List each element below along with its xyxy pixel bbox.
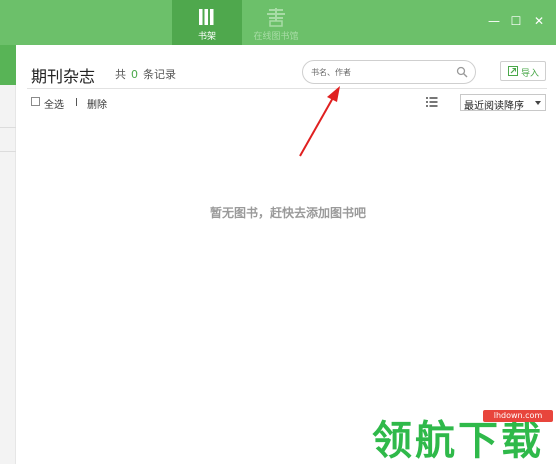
tab-online-library[interactable]: 在线图书馆 bbox=[242, 0, 310, 45]
import-button[interactable]: 导入 bbox=[500, 61, 546, 81]
bookshelf-icon bbox=[199, 9, 214, 25]
search-box[interactable] bbox=[302, 60, 476, 84]
sidebar-active-item[interactable] bbox=[0, 45, 16, 85]
select-all-label[interactable]: 全选 bbox=[44, 96, 64, 111]
header-divider bbox=[27, 88, 547, 89]
chevron-down-icon bbox=[535, 101, 541, 105]
import-label: 导入 bbox=[521, 69, 540, 79]
watermark-url: lhdown.com bbox=[483, 410, 553, 422]
delete-button[interactable]: 删除 bbox=[87, 96, 107, 111]
list-view-icon[interactable] bbox=[426, 97, 438, 107]
search-icon[interactable] bbox=[456, 66, 468, 78]
count-prefix: 共 bbox=[115, 68, 126, 81]
record-count: 共 0 条记录 bbox=[115, 66, 176, 82]
count-value: 0 bbox=[131, 68, 138, 81]
sidebar-divider bbox=[0, 151, 16, 152]
count-suffix: 条记录 bbox=[143, 68, 176, 81]
maximize-button[interactable]: ☐ bbox=[508, 14, 524, 28]
tab-bookshelf[interactable]: 书架 bbox=[172, 0, 242, 45]
close-button[interactable]: ✕ bbox=[531, 14, 547, 28]
tab-bookshelf-label: 书架 bbox=[197, 32, 216, 42]
top-bar: 书架 在线图书馆 — ☐ ✕ bbox=[0, 0, 556, 45]
import-icon bbox=[508, 66, 518, 76]
sort-selected-value: 最近阅读降序 bbox=[464, 101, 524, 112]
left-sidebar bbox=[0, 45, 16, 464]
empty-state-message: 暂无图书，赶快去添加图书吧 bbox=[209, 206, 366, 220]
tab-online-library-label: 在线图书馆 bbox=[253, 32, 299, 42]
toolbar-divider bbox=[76, 98, 77, 106]
sort-dropdown[interactable]: 最近阅读降序 bbox=[460, 94, 546, 112]
minimize-button[interactable]: — bbox=[486, 14, 502, 28]
online-library-icon bbox=[267, 8, 285, 27]
search-input[interactable] bbox=[311, 64, 451, 80]
select-all-checkbox[interactable] bbox=[31, 97, 40, 106]
sidebar-divider bbox=[0, 127, 16, 128]
page-title: 期刊杂志 bbox=[31, 67, 96, 86]
